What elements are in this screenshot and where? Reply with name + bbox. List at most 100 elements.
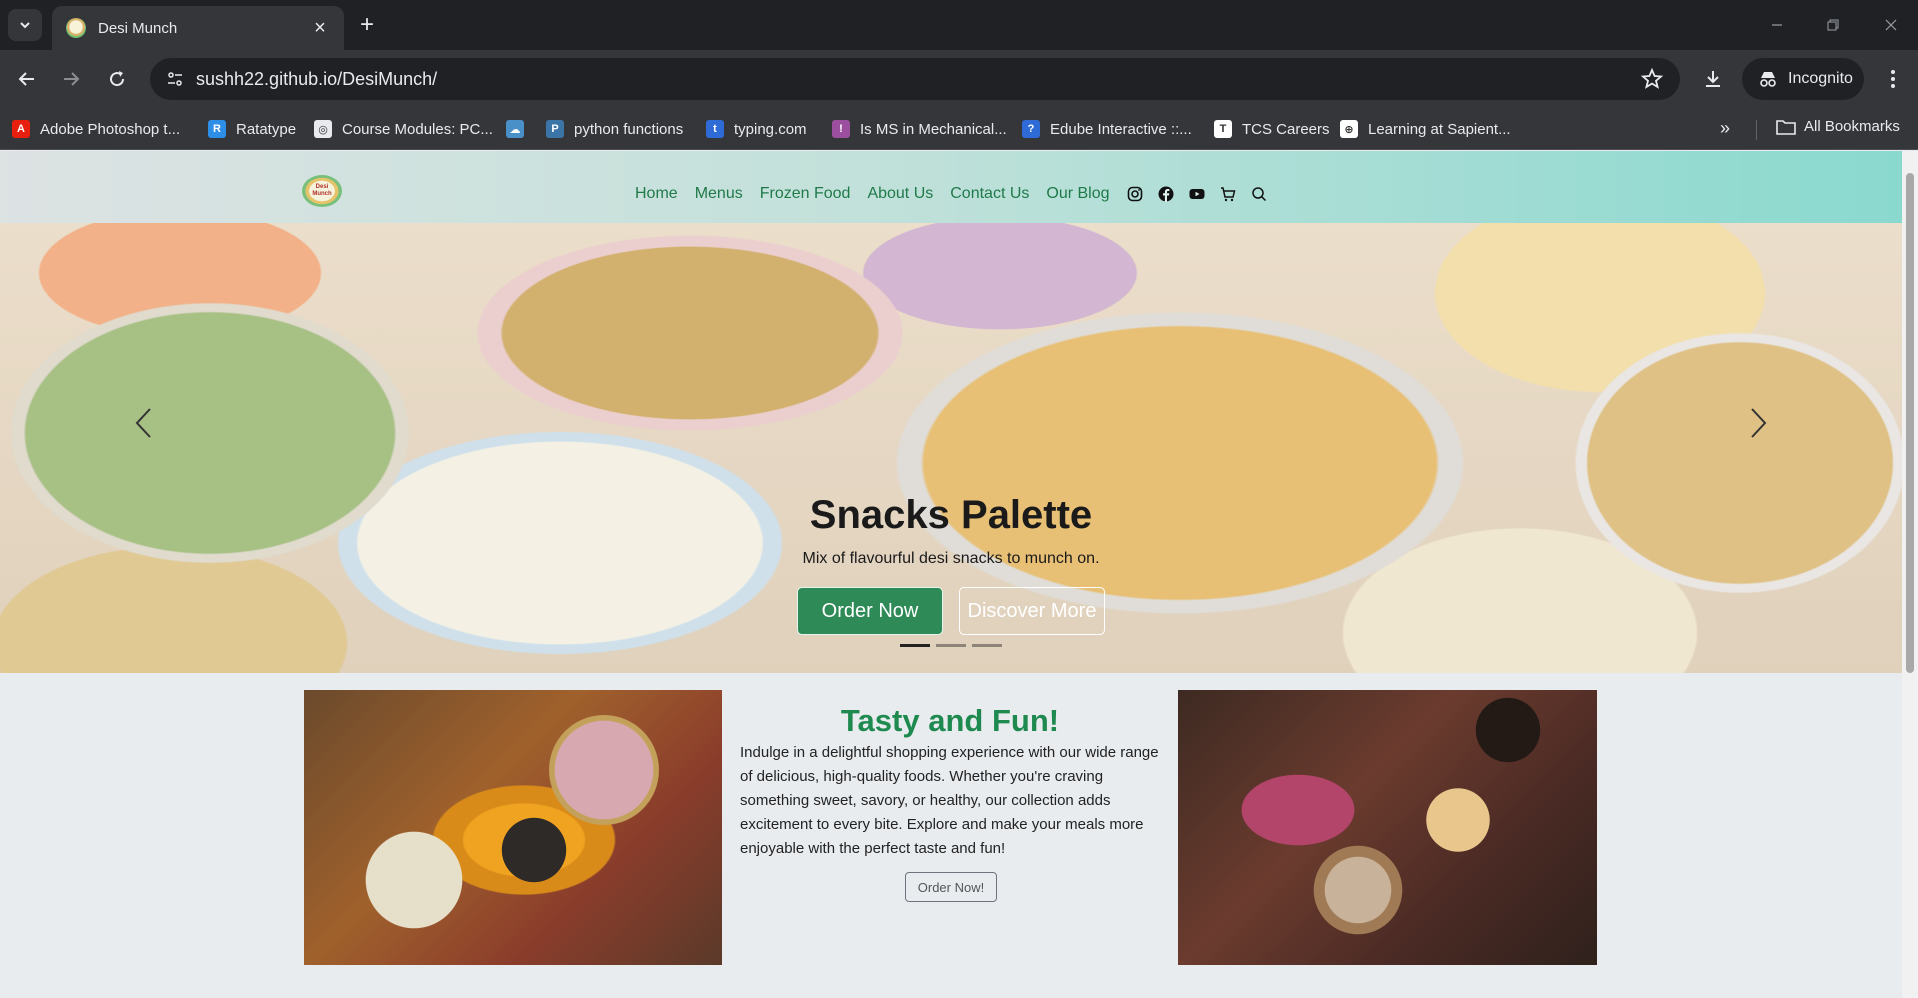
browser-tab-active[interactable]: Desi Munch × — [52, 6, 344, 50]
browser-toolbar: sushh22.github.io/DesiMunch/ Incognito — [0, 50, 1918, 108]
incognito-icon — [1760, 72, 1776, 87]
edube-icon: ? — [1022, 120, 1040, 138]
browser-menu-button[interactable] — [1878, 64, 1908, 94]
order-now-button[interactable]: Order Now — [797, 587, 943, 635]
download-icon — [1706, 71, 1720, 87]
hero-carousel: Snacks Palette Mix of flavourful desi sn… — [0, 223, 1902, 673]
bookmark-label: python functions — [574, 120, 684, 138]
nav-about-us[interactable]: About Us — [867, 185, 933, 203]
tab-strip: Desi Munch × + — [0, 0, 1918, 50]
logo-text: Desi Munch — [312, 184, 332, 197]
sapient-icon: ⊕ — [1340, 120, 1358, 138]
url-text: sushh22.github.io/DesiMunch/ — [196, 69, 438, 89]
bookmark-label: Learning at Sapient... — [1368, 120, 1511, 138]
page-scrollbar[interactable] — [1902, 151, 1918, 998]
bookmark-label: Edube Interactive ::... — [1050, 120, 1192, 138]
forward-button[interactable] — [56, 64, 86, 94]
carousel-prev-icon[interactable] — [128, 403, 158, 443]
all-bookmarks-button[interactable]: All Bookmarks — [1776, 118, 1900, 135]
tcs-icon: T — [1214, 120, 1232, 138]
bookmark-item[interactable]: A Adobe Photoshop t... — [12, 118, 180, 140]
nav-frozen-food[interactable]: Frozen Food — [760, 185, 851, 203]
feature-description: Indulge in a delightful shopping experie… — [740, 744, 1159, 857]
all-bookmarks-label: All Bookmarks — [1804, 118, 1900, 135]
hero-image-overlay — [0, 223, 1902, 673]
youtube-icon[interactable] — [1189, 186, 1205, 202]
reload-icon — [110, 71, 125, 87]
nav-menus[interactable]: Menus — [695, 185, 743, 203]
hero-title: Snacks Palette — [809, 493, 1093, 537]
pin-icon: ! — [832, 120, 850, 138]
site-navbar: Desi Munch Home Menus Frozen Food About … — [0, 151, 1902, 223]
bookmark-star-icon[interactable] — [1640, 67, 1664, 91]
facebook-icon[interactable] — [1158, 186, 1174, 202]
bookmark-label: TCS Careers — [1242, 120, 1330, 138]
scrollbar-thumb[interactable] — [1906, 173, 1914, 673]
close-window-icon[interactable] — [1876, 12, 1906, 38]
discover-more-button[interactable]: Discover More — [959, 587, 1105, 635]
bookmark-item[interactable]: t typing.com — [706, 118, 807, 140]
feature-order-button[interactable]: Order Now! — [905, 872, 997, 902]
close-tab-icon[interactable]: × — [310, 17, 330, 40]
back-button[interactable] — [12, 64, 42, 94]
feature-section: Tasty and Fun! Indulge in a delightful s… — [0, 673, 1902, 998]
minimize-icon[interactable] — [1762, 12, 1792, 38]
ratatype-icon: R — [208, 120, 226, 138]
carousel-indicators — [900, 644, 1008, 647]
page-viewport: Desi Munch Home Menus Frozen Food About … — [0, 151, 1918, 998]
site-info-icon[interactable] — [162, 66, 188, 92]
bookmark-item[interactable]: ◎ Course Modules: PC... — [314, 118, 493, 140]
new-tab-button[interactable]: + — [354, 12, 380, 38]
downloads-button[interactable] — [1698, 64, 1728, 94]
nav-home[interactable]: Home — [635, 185, 678, 203]
cloud-icon: ☁ — [506, 120, 524, 138]
nav-our-blog[interactable]: Our Blog — [1046, 185, 1109, 203]
instagram-icon[interactable] — [1127, 186, 1143, 202]
carousel-indicator-3[interactable] — [972, 644, 1002, 647]
bookmark-item[interactable]: ⊕ Learning at Sapient... — [1340, 118, 1511, 140]
site-nav-links: Home Menus Frozen Food About Us Contact … — [635, 185, 1282, 203]
bookmarks-divider — [1756, 120, 1757, 140]
forward-arrow-icon — [64, 72, 80, 86]
bookmark-item[interactable]: ☁ — [506, 118, 534, 140]
bookmark-item[interactable]: T TCS Careers — [1214, 118, 1330, 140]
tab-search-button[interactable] — [8, 9, 42, 41]
bookmark-item[interactable]: Ppython functions — [546, 118, 683, 140]
carousel-indicator-1[interactable] — [900, 644, 930, 647]
hero-subtitle: Mix of flavourful desi snacks to munch o… — [802, 550, 1100, 567]
folder-icon — [1776, 119, 1796, 135]
restore-icon[interactable] — [1818, 12, 1848, 38]
more-bookmarks-icon[interactable]: » — [1720, 118, 1730, 139]
bookmark-label: Ratatype — [236, 120, 297, 138]
bookmark-item[interactable]: R Ratatype — [208, 118, 296, 140]
bookmark-label: Course Modules: PC... — [342, 120, 493, 138]
bookmark-label: Adobe Photoshop t... — [40, 120, 181, 138]
nav-contact-us[interactable]: Contact Us — [950, 185, 1029, 203]
tab-title: Desi Munch — [98, 19, 178, 37]
cart-icon[interactable] — [1220, 186, 1236, 202]
address-bar[interactable]: sushh22.github.io/DesiMunch/ — [150, 58, 1680, 100]
reload-button[interactable] — [102, 64, 132, 94]
feature-title: Tasty and Fun! — [840, 703, 1060, 738]
search-icon[interactable] — [1251, 186, 1267, 202]
bookmark-label: Is MS in Mechanical... — [860, 120, 1007, 138]
more-vertical-icon — [1891, 70, 1895, 88]
festive-platter-image — [304, 690, 722, 965]
carousel-next-icon[interactable] — [1744, 403, 1774, 443]
typing-icon: t — [706, 120, 724, 138]
carousel-indicator-2[interactable] — [936, 644, 966, 647]
back-arrow-icon — [18, 72, 34, 86]
snacks-table-image — [1178, 690, 1597, 965]
incognito-badge[interactable]: Incognito — [1742, 58, 1864, 100]
python-icon: P — [546, 120, 564, 138]
site-favicon-icon — [66, 18, 86, 38]
desi-munch-logo[interactable]: Desi Munch — [302, 175, 342, 207]
bookmark-label: typing.com — [734, 120, 807, 138]
chevron-down-icon — [20, 22, 30, 29]
globe-icon: ◎ — [314, 120, 332, 138]
bookmarks-bar: » All Bookmarks A Adobe Photoshop t... R Ra… — [0, 108, 1918, 150]
bookmark-item[interactable]: ! Is MS in Mechanical... — [832, 118, 1007, 140]
incognito-label: Incognito — [1788, 70, 1853, 87]
bookmark-item[interactable]: ? Edube Interactive ::... — [1022, 118, 1192, 140]
adobe-icon: A — [12, 120, 30, 138]
